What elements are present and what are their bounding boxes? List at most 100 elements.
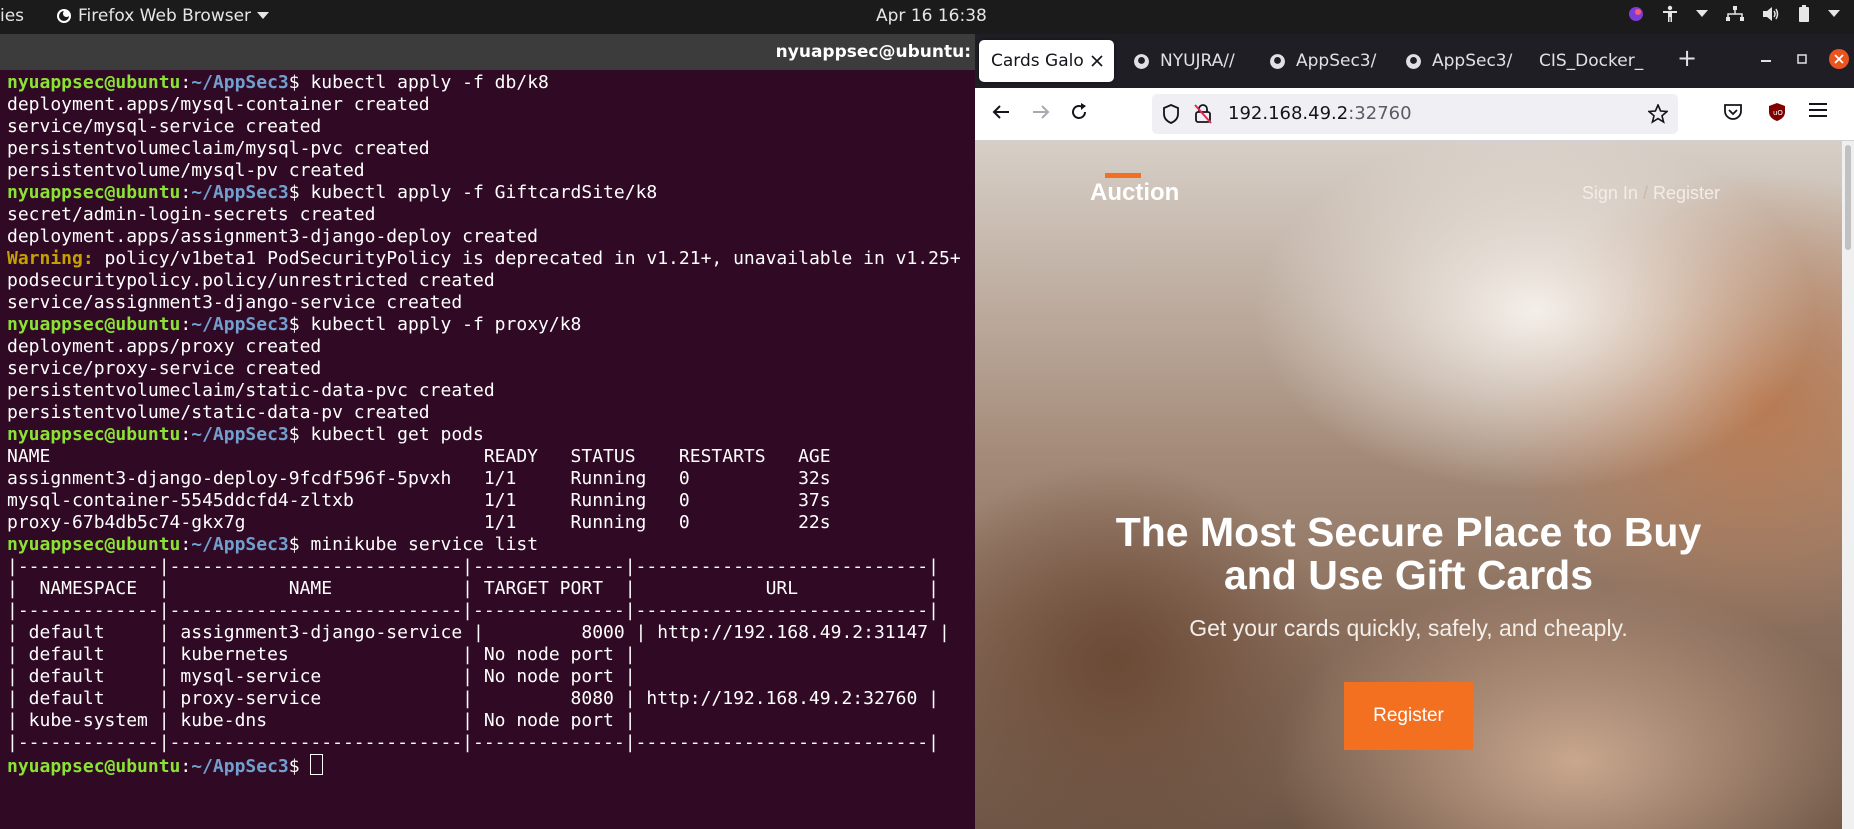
output-line: | default | assignment3-django-service |… (7, 622, 950, 643)
tab-cards-galore[interactable]: Cards Galo (979, 40, 1114, 82)
terminal-line: | default | mysql-service | No node port… (7, 666, 636, 687)
top-bar: ies Firefox Web Browser Apr 16 16:38 (0, 0, 1854, 34)
terminal-line: nyuappsec@ubuntu:~/AppSec3$ kubectl appl… (7, 182, 657, 203)
close-window-icon[interactable] (1828, 48, 1850, 70)
network-icon (1726, 6, 1744, 21)
output-line: podsecuritypolicy.policy/unrestricted cr… (7, 270, 495, 291)
register-button[interactable]: Register (1344, 682, 1473, 750)
command-text: $ minikube service list (288, 534, 539, 555)
tab-cis-docker[interactable]: CIS_Docker_ (1529, 40, 1659, 82)
register-link[interactable]: Register (1653, 183, 1720, 203)
maximize-icon[interactable] (1797, 54, 1807, 64)
bookmark-star-icon[interactable] (1648, 104, 1668, 124)
insecure-lock-icon[interactable] (1194, 104, 1212, 124)
app-menu[interactable]: Firefox Web Browser (56, 6, 270, 26)
reload-icon[interactable] (1069, 102, 1089, 122)
output-line: proxy-67b4db5c74-gkx7g 1/1 Running 0 22s (7, 512, 831, 533)
output-line: secret/admin-login-secrets created (7, 204, 376, 225)
webpage-content: Auction Sign In / Register The Most Secu… (975, 141, 1854, 829)
output-line: | default | proxy-service | 8080 | http:… (7, 688, 939, 709)
chevron-down-icon (1696, 10, 1708, 17)
terminal-window[interactable]: nyuappsec@ubuntu: nyuappsec@ubuntu:~/App… (0, 34, 975, 829)
scrollbar[interactable] (1842, 141, 1854, 829)
output-line: |-------------|-------------------------… (7, 556, 939, 577)
hero-headline-line-1: The Most Secure Place to Buy (1115, 509, 1702, 555)
minimize-icon[interactable] (1761, 60, 1771, 62)
app-menu-label: Firefox Web Browser (78, 6, 252, 26)
terminal-line: nyuappsec@ubuntu:~/AppSec3$ (7, 754, 324, 777)
terminal-line: | NAMESPACE | NAME | TARGET PORT | URL | (7, 578, 939, 599)
terminal-line: secret/admin-login-secrets created (7, 204, 375, 225)
terminal-line: |-------------|-------------------------… (7, 732, 939, 753)
tab-strip: Cards Galo NYUJRA// AppSec3/ AppSec3/ CI… (975, 34, 1854, 88)
output-line: | default | kubernetes | No node port | (7, 644, 636, 665)
tab-label: AppSec3/ (1296, 51, 1377, 71)
url-text[interactable]: 192.168.49.2:32760 (1228, 103, 1412, 124)
sign-in-link[interactable]: Sign In (1582, 183, 1638, 203)
terminal-titlebar[interactable]: nyuappsec@ubuntu: (0, 34, 975, 70)
output-line: | kube-system | kube-dns | No node port … (7, 710, 636, 731)
terminal-line: service/mysql-service created (7, 116, 321, 137)
prompt-colon: : (180, 72, 192, 93)
terminal-output[interactable]: nyuappsec@ubuntu:~/AppSec3$ kubectl appl… (7, 72, 961, 778)
back-arrow-icon[interactable] (991, 102, 1011, 122)
prompt-user: nyuappsec@ubuntu (7, 182, 181, 203)
auth-links: Sign In / Register (1582, 183, 1720, 204)
output-line: service/mysql-service created (7, 116, 322, 137)
svg-text:uO: uO (1773, 109, 1783, 117)
output-line: assignment3-django-deploy-9fcdf596f-5pvx… (7, 468, 831, 489)
terminal-line: deployment.apps/assignment3-django-deplo… (7, 226, 538, 247)
prompt-user: nyuappsec@ubuntu (7, 424, 181, 445)
prompt-colon: : (180, 424, 192, 445)
close-icon[interactable] (1091, 55, 1103, 67)
hamburger-menu-icon[interactable] (1809, 102, 1827, 118)
new-tab-button[interactable]: + (1677, 44, 1697, 72)
tab-appsec3-a[interactable]: AppSec3/ (1257, 40, 1387, 82)
ublock-origin-icon[interactable]: uO (1767, 102, 1787, 122)
firefox-window[interactable]: Cards Galo NYUJRA// AppSec3/ AppSec3/ CI… (975, 34, 1854, 829)
pocket-icon[interactable] (1723, 102, 1743, 122)
terminal-line: proxy-67b4db5c74-gkx7g 1/1 Running 0 22s (7, 512, 831, 533)
output-line: |-------------|-------------------------… (7, 732, 939, 753)
hero-headline: The Most Secure Place to Buy and Use Gift… (975, 511, 1842, 597)
terminal-line: | default | kubernetes | No node port | (7, 644, 636, 665)
terminal-line: service/assignment3-django-service creat… (7, 292, 462, 313)
tab-appsec3-b[interactable]: AppSec3/ (1393, 40, 1523, 82)
site-logo[interactable]: Auction (1090, 173, 1180, 207)
terminal-line: nyuappsec@ubuntu:~/AppSec3$ kubectl get … (7, 424, 484, 445)
output-line: | default | mysql-service | No node port… (7, 666, 636, 687)
terminal-line: | kube-system | kube-dns | No node port … (7, 710, 636, 731)
url-bar[interactable]: 192.168.49.2:32760 (1152, 94, 1678, 134)
tab-nyujra[interactable]: NYUJRA// (1121, 40, 1251, 82)
github-icon (1134, 53, 1149, 69)
scrollbar-thumb[interactable] (1845, 145, 1851, 250)
terminal-title: nyuappsec@ubuntu: (775, 42, 971, 62)
output-line: service/proxy-service created (7, 358, 322, 379)
tab-label: CIS_Docker_ (1539, 51, 1644, 71)
logo-text: Auction (1090, 179, 1180, 206)
activities-button[interactable]: ies (0, 6, 24, 26)
output-line: | NAMESPACE | NAME | TARGET PORT | URL | (7, 578, 939, 599)
forward-arrow-icon[interactable] (1031, 102, 1051, 122)
prompt-colon: : (180, 182, 192, 203)
command-text: $ (288, 756, 311, 777)
terminal-line: NAME READY STATUS RESTARTS AGE (7, 446, 831, 467)
color-picker-icon (1629, 7, 1643, 21)
tab-label: Cards Galo (991, 51, 1084, 71)
accessibility-icon (1663, 5, 1677, 22)
prompt-user: nyuappsec@ubuntu (7, 314, 181, 335)
prompt-user: nyuappsec@ubuntu (7, 534, 181, 555)
system-tray[interactable] (1628, 5, 1840, 23)
tab-label: NYUJRA// (1160, 51, 1235, 71)
prompt-colon: : (180, 534, 192, 555)
prompt-path: ~/AppSec3 (191, 534, 289, 555)
hero: The Most Secure Place to Buy and Use Gift… (975, 511, 1842, 642)
github-icon (1270, 53, 1285, 69)
output-line: mysql-container-5545ddcfd4-zltxb 1/1 Run… (7, 490, 831, 511)
shield-icon[interactable] (1162, 104, 1180, 124)
prompt-path: ~/AppSec3 (191, 424, 289, 445)
output-line: persistentvolume/mysql-pv created (7, 160, 365, 181)
url-host: 192.168.49.2 (1228, 103, 1349, 124)
clock[interactable]: Apr 16 16:38 (876, 6, 987, 26)
prompt-path: ~/AppSec3 (191, 182, 289, 203)
